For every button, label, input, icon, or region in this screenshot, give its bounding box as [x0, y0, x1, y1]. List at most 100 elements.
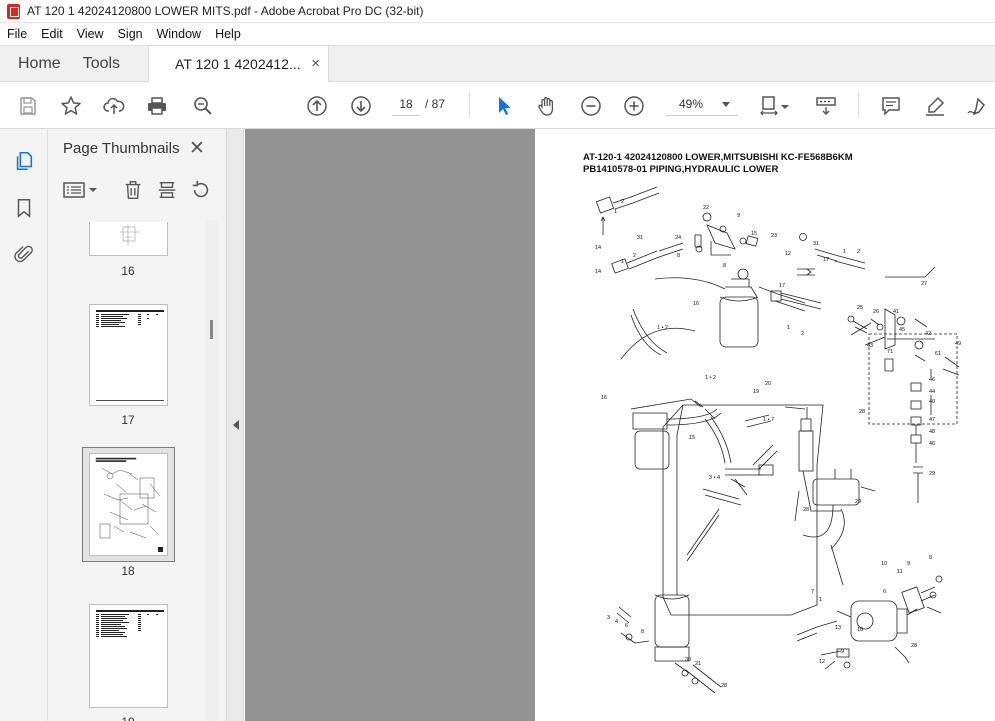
thumbnail-page-17[interactable] [89, 304, 168, 406]
toolbar-divider [469, 92, 470, 118]
toolbar [0, 82, 995, 129]
sign-icon[interactable] [964, 93, 990, 119]
zoom-level-select[interactable]: 49% [666, 92, 738, 116]
upload-icon[interactable] [101, 93, 127, 119]
tab-document[interactable]: AT 120 1 4202412... × [149, 46, 330, 82]
callout-label: 28 [859, 409, 865, 415]
callout-label: 42 [925, 331, 931, 337]
callout-label: 1 • 7 [763, 417, 774, 423]
menu-window[interactable]: Window [150, 23, 208, 45]
callout-label: 23 [771, 233, 777, 239]
callout-label: 16 [693, 301, 699, 307]
thumbnail-scrollbar[interactable] [205, 220, 219, 721]
callout-label: 71 [887, 349, 893, 355]
close-tab-icon[interactable]: × [311, 55, 320, 72]
menu-sign[interactable]: Sign [111, 23, 150, 45]
callout-label: 61 [935, 351, 941, 357]
callout-label: 27 [921, 281, 927, 287]
star-icon[interactable] [58, 93, 84, 119]
document-view[interactable]: AT-120-1 42024120800 LOWER,MITSUBISHI KC… [245, 129, 995, 721]
callout-label: 1 [621, 259, 624, 265]
delete-page-icon[interactable] [121, 178, 145, 202]
page-up-icon[interactable] [304, 93, 330, 119]
callout-label: 1 [843, 249, 846, 255]
callout-label: 1 [819, 597, 822, 603]
callout-label: 49 [955, 341, 961, 347]
callout-label: 26 [873, 309, 879, 315]
callout-label: 47 [929, 417, 935, 423]
callout-label: 17 [779, 283, 785, 289]
tab-tools[interactable]: Tools [75, 46, 150, 81]
close-panel-icon[interactable]: ✕ [189, 137, 205, 160]
callout-label: 13 [835, 625, 841, 631]
callout-label: 28 [911, 643, 917, 649]
page-down-icon[interactable] [348, 93, 374, 119]
scrollbar-thumb[interactable] [210, 320, 213, 339]
bookmark-icon[interactable] [12, 196, 36, 220]
callout-label: 2 [801, 331, 804, 337]
callout-label: 2 [857, 249, 860, 255]
callout-label: 15 [689, 435, 695, 441]
thumbnail-page-16[interactable] [89, 222, 168, 256]
document-tab-label: AT 120 1 4202412... [175, 56, 301, 72]
zoom-out-icon[interactable] [578, 93, 604, 119]
panel-splitter[interactable] [227, 129, 244, 721]
callout-label: 20 [765, 381, 771, 387]
panel-title: Page Thumbnails [63, 140, 180, 157]
tab-home[interactable]: Home [0, 46, 75, 81]
navigation-rail [0, 129, 48, 721]
callout-label: 8 [641, 629, 644, 635]
page-thumbnails-icon[interactable] [12, 149, 36, 173]
callout-label: 28 [721, 683, 727, 689]
rotate-page-icon[interactable] [189, 178, 213, 202]
save-icon[interactable] [15, 93, 41, 119]
callout-label: 9 [907, 561, 910, 567]
document-title-line-1: AT-120-1 42024120800 LOWER,MITSUBISHI KC… [583, 152, 853, 163]
zoom-search-icon[interactable] [190, 93, 216, 119]
select-cursor-icon[interactable] [491, 93, 517, 119]
callout-label: 21 [695, 661, 701, 667]
highlight-icon[interactable] [922, 93, 948, 119]
thumbnail-list: 16 17 18 [48, 222, 206, 721]
fit-page-dropdown-icon[interactable] [779, 93, 791, 119]
callout-label: 3 • 4 [709, 475, 720, 481]
callout-label: 19 [753, 389, 759, 395]
print-icon[interactable] [144, 93, 170, 119]
page-number-input[interactable]: 18 [392, 92, 420, 116]
callout-label: 15 [751, 231, 757, 237]
acrobat-app-icon [7, 3, 20, 19]
chevron-down-icon [722, 102, 730, 107]
toolbar-divider [858, 92, 859, 118]
callout-label: 11 [897, 569, 903, 575]
callout-label: 46 [929, 441, 935, 447]
thumbnail-options-icon[interactable] [62, 178, 100, 202]
collapse-panel-icon[interactable] [233, 420, 239, 430]
thumbnail-page-19[interactable] [89, 604, 168, 708]
page-thumbnails-panel: Page Thumbnails ✕ 16 17 18 [48, 129, 227, 721]
callout-label: 12 [819, 659, 825, 665]
callout-label: 6 [883, 589, 886, 595]
menu-view[interactable]: View [70, 23, 111, 45]
menu-bar: File Edit View Sign Window Help [0, 23, 995, 45]
callout-label: 1 [787, 325, 790, 331]
zoom-level-value: 49% [679, 97, 704, 111]
callout-label: 10 [857, 627, 863, 633]
menu-edit[interactable]: Edit [34, 23, 70, 45]
attachment-icon[interactable] [12, 242, 36, 266]
comment-icon[interactable] [878, 93, 904, 119]
extract-page-icon[interactable] [155, 178, 179, 202]
scroll-mode-icon[interactable] [813, 93, 839, 119]
callout-label: 22 [703, 205, 709, 211]
callout-label: 14 [595, 245, 601, 251]
zoom-in-icon[interactable] [621, 93, 647, 119]
menu-help[interactable]: Help [208, 23, 248, 45]
thumbnail-page-18[interactable] [89, 453, 168, 556]
window-title: AT 120 1 42024120800 LOWER MITS.pdf - Ad… [27, 4, 424, 18]
callout-label: 2 [621, 199, 624, 205]
callout-label: 43 [867, 343, 873, 349]
callout-label: 24 [675, 235, 681, 241]
menu-file[interactable]: File [0, 23, 34, 45]
page-total: / 87 [425, 97, 446, 111]
hand-icon[interactable] [534, 93, 560, 119]
callout-label: 12 [785, 251, 791, 257]
